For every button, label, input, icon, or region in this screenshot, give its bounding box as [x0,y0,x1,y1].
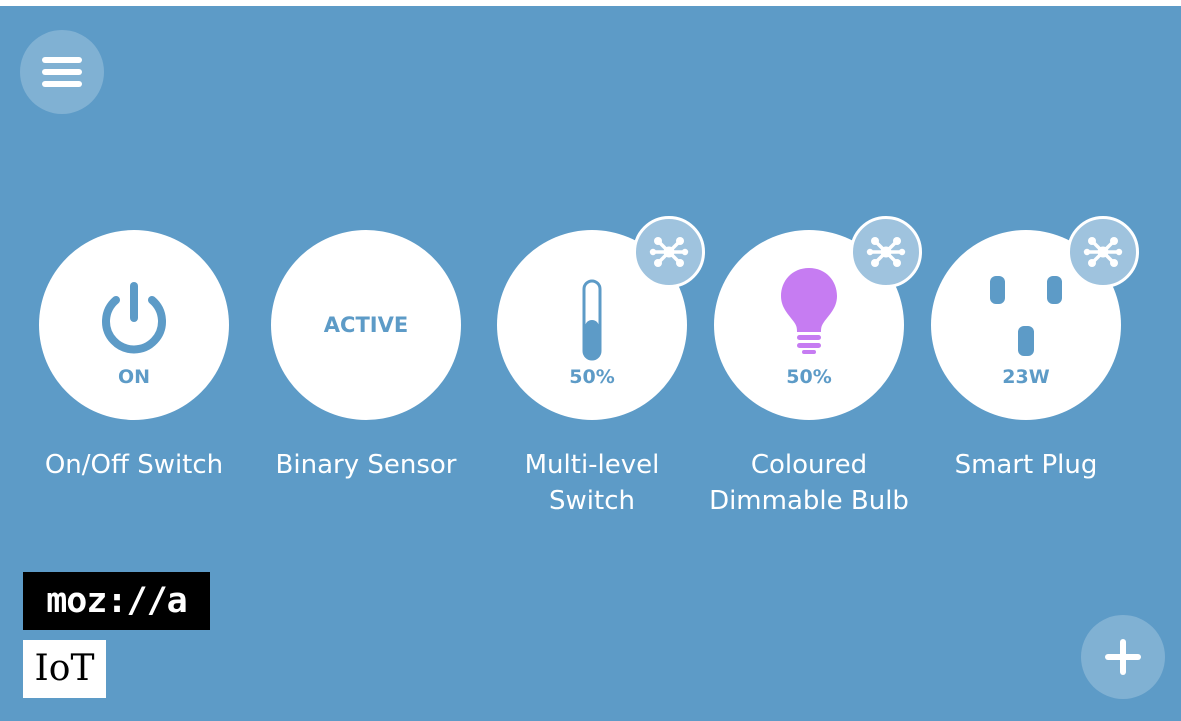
thing-coloured-dimmable-bulb-button[interactable]: 50% [714,216,922,420]
thing-status: 50% [569,366,615,388]
slider-icon [582,279,602,361]
hamburger-menu-icon [42,57,82,87]
splat-icon [649,237,689,267]
thing-status: 50% [786,366,832,388]
thing-multi-level-switch: 50% Multi-level Switch [477,216,707,519]
thing-on-off-switch-toggle[interactable]: ON [39,230,229,420]
thing-label: Multi-level Switch [524,450,660,516]
menu-button[interactable] [20,30,104,114]
power-icon [102,282,166,354]
thing-smart-plug: 23W Smart Plug [911,216,1141,483]
splat-icon [866,237,906,267]
plus-icon [1105,639,1141,675]
outlet-icon [990,276,1062,356]
thing-coloured-dimmable-bulb: 50% Coloured Dimmable Bulb [694,216,924,519]
iot-logo: IoT [23,640,106,698]
thing-status: ACTIVE [323,313,409,337]
splat-icon [1083,237,1123,267]
detail-button[interactable] [1067,216,1139,288]
thing-label: On/Off Switch [44,450,224,480]
thing-label: Binary Sensor [275,450,457,480]
thing-label: Coloured Dimmable Bulb [709,450,909,516]
thing-smart-plug-button[interactable]: 23W [931,216,1139,420]
lightbulb-icon [781,268,837,354]
thing-multi-level-switch-button[interactable]: 50% [497,216,705,420]
thing-status: ON [117,366,151,388]
slider-fill [585,320,599,359]
thing-status: 23W [1002,366,1050,388]
thing-binary-sensor-button[interactable]: ACTIVE [271,230,461,420]
thing-binary-sensor: ACTIVE Binary Sensor [251,230,481,483]
add-thing-button[interactable] [1081,615,1165,699]
thing-label: Smart Plug [954,450,1098,480]
things-screen: ON On/Off Switch ACTIVE Binary Sensor 50… [0,6,1181,721]
mozilla-logo: moz://a [23,572,210,630]
thing-on-off-switch: ON On/Off Switch [19,230,249,483]
